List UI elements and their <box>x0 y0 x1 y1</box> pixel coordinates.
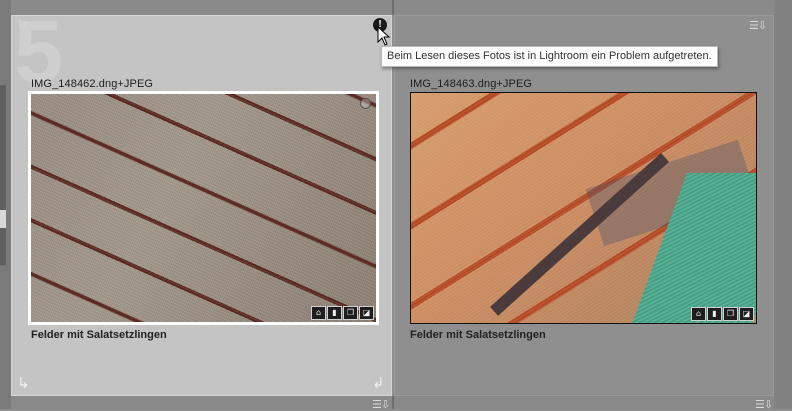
photo-road <box>490 153 670 316</box>
virtual-copy-icon[interactable]: ❐ <box>343 306 358 320</box>
photo-thumbnail[interactable]: ⌂ ▮ ❐ ◪ <box>31 94 376 322</box>
photo-filename: IMG_148463.dng+JPEG <box>410 78 533 90</box>
develop-adjusted-icon[interactable]: ◪ <box>359 306 374 320</box>
grid-cell[interactable]: ☰⇩ IMG_148463.dng+JPEG ⌂ ▮ ❐ ◪ Felder mi… <box>394 15 774 396</box>
keyword-tag-icon[interactable]: ⌂ <box>311 306 326 320</box>
next-row-strip <box>0 396 792 409</box>
thumbnail-frame[interactable]: ⌂ ▮ ❐ ◪ <box>410 92 757 324</box>
photo-filename: IMG_148462.dng+JPEG <box>31 78 154 90</box>
sort-menu-icon[interactable]: ☰⇩ <box>749 20 767 31</box>
photo-caption: Felder mit Salatsetzlingen <box>410 329 546 341</box>
sort-menu-icon[interactable]: ☰⇩ <box>755 399 773 410</box>
quick-collection-icon[interactable] <box>360 98 371 109</box>
grid-cell[interactable]: 5 ⚐ IMG_148462.dng+JPEG ⌂ ▮ ❐ ◪ Felder m… <box>11 8 392 396</box>
flag-icon[interactable]: ⚐ <box>17 18 28 32</box>
thumbnail-badges: ⌂ ▮ ❐ ◪ <box>311 306 374 320</box>
cell-divider <box>392 0 394 15</box>
rotate-right-icon[interactable]: ↲ <box>372 376 385 391</box>
photo-thumbnail[interactable]: ⌂ ▮ ❐ ◪ <box>411 93 756 323</box>
virtual-copy-icon[interactable]: ❐ <box>723 307 738 321</box>
rotate-left-icon[interactable]: ↳ <box>17 376 30 391</box>
keyword-tag-icon[interactable]: ⌂ <box>691 307 706 321</box>
left-panel-scrollbar[interactable] <box>0 85 6 265</box>
left-panel-scroll-thumb[interactable] <box>0 210 6 228</box>
error-tooltip: Beim Lesen dieses Fotos ist in Lightroom… <box>381 46 718 67</box>
previous-row-strip <box>0 0 792 15</box>
right-panel-edge <box>774 0 792 409</box>
cell-divider <box>392 396 394 409</box>
comment-icon[interactable]: ▮ <box>327 306 342 320</box>
mouse-cursor-icon <box>377 26 391 46</box>
thumbnail-badges: ⌂ ▮ ❐ ◪ <box>691 307 754 321</box>
develop-adjusted-icon[interactable]: ◪ <box>739 307 754 321</box>
thumbnail-frame[interactable]: ⌂ ▮ ❐ ◪ <box>28 91 379 325</box>
comment-icon[interactable]: ▮ <box>707 307 722 321</box>
sort-menu-icon[interactable]: ☰⇩ <box>372 399 390 410</box>
photo-caption: Felder mit Salatsetzlingen <box>31 329 167 341</box>
